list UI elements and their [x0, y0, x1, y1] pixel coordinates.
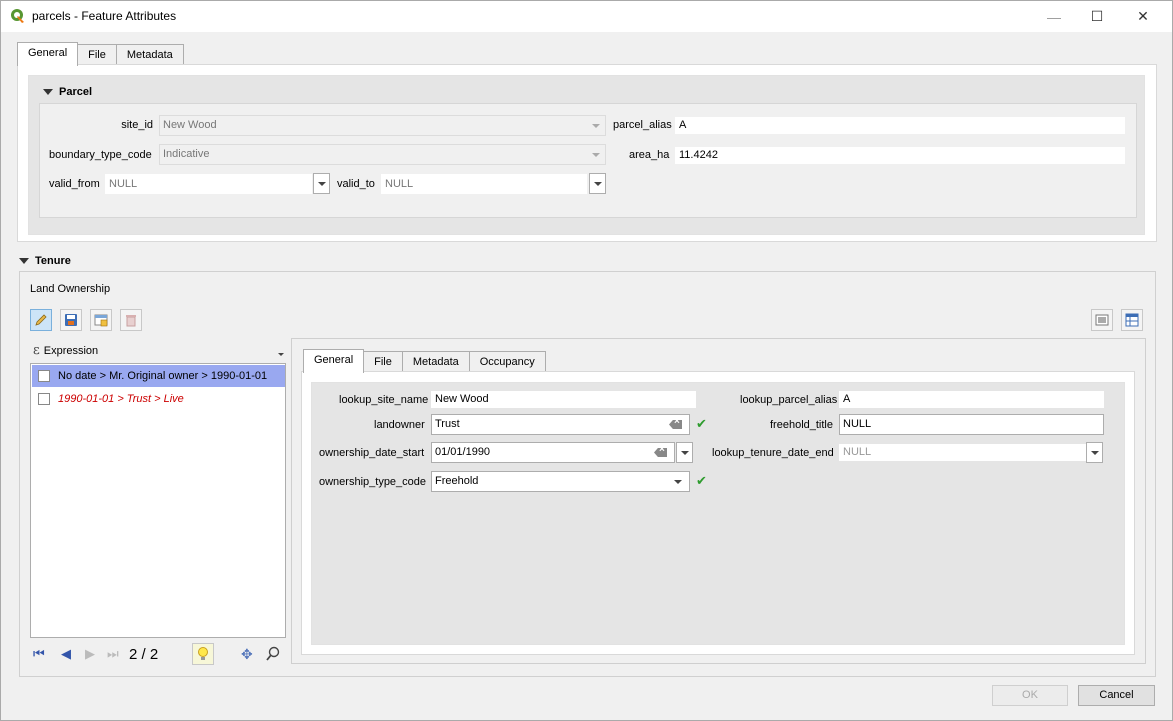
delete-feature-icon [126, 315, 136, 327]
valid-from-field[interactable]: NULL [105, 174, 312, 194]
lookup-parcel-alias-field[interactable]: A [839, 391, 1104, 408]
maximize-button[interactable]: ☐ [1074, 1, 1120, 32]
ownership-type-code-label: ownership_type_code [319, 476, 427, 488]
boundary-type-dropdown-icon [592, 153, 600, 157]
list-item-label: No date > Mr. Original owner > 1990-01-0… [58, 370, 268, 382]
highlight-icon [198, 647, 208, 660]
tenure-group-title: Tenure [35, 255, 71, 267]
list-item[interactable]: 1990-01-01 > Trust > Live [32, 388, 285, 410]
site-id-dropdown-icon [592, 124, 600, 128]
tab-metadata[interactable]: Metadata [115, 44, 184, 66]
list-item-checkbox[interactable] [38, 370, 50, 382]
lookup-tenure-date-end-calendar-button[interactable] [1086, 442, 1103, 463]
chevron-down-icon [594, 182, 602, 186]
parcel-group-title: Parcel [59, 86, 93, 98]
delete-child-feature-button[interactable] [120, 309, 142, 331]
toggle-editing-button[interactable] [30, 309, 52, 331]
check-icon: ✔ [696, 473, 707, 488]
freehold-title-label: freehold_title [770, 419, 833, 431]
valid-to-field[interactable]: NULL [381, 174, 587, 194]
boundary-type-code-field[interactable]: Indicative [159, 144, 606, 165]
inner-tab-general[interactable]: General [303, 349, 365, 373]
chevron-down-icon [1091, 451, 1099, 455]
area-ha-label: area_ha [629, 149, 670, 161]
next-icon[interactable]: ▶ [85, 646, 95, 662]
edit-pencil-icon [35, 314, 47, 326]
add-feature-icon [94, 314, 108, 327]
check-icon: ✔ [696, 416, 707, 431]
add-child-feature-button[interactable] [90, 309, 112, 331]
valid-from-calendar-button[interactable] [313, 173, 330, 194]
feature-attributes-window: parcels - Feature Attributes — ☐ ✕ Gener… [0, 0, 1173, 721]
pan-icon[interactable]: ✥ [241, 646, 253, 663]
valid-from-label: valid_from [49, 178, 100, 190]
highlight-feature-button[interactable] [192, 643, 214, 665]
site-id-field[interactable]: New Wood [159, 115, 606, 136]
chevron-down-icon [318, 182, 326, 186]
lookup-parcel-alias-label: lookup_parcel_alias [740, 394, 838, 406]
landowner-label: landowner [374, 419, 425, 431]
landowner-field[interactable]: Trust [431, 414, 690, 435]
expression-label: Expression [43, 344, 99, 357]
ownership-type-code-field[interactable]: Freehold [431, 471, 690, 492]
first-icon[interactable]: ⏮ [33, 646, 45, 662]
list-item[interactable]: No date > Mr. Original owner > 1990-01-0… [32, 365, 285, 387]
ownership-date-start-field[interactable]: 01/01/1990 [431, 442, 675, 463]
inner-tab-bar: General File Metadata Occupancy [303, 349, 546, 373]
freehold-title-field[interactable]: NULL [839, 414, 1104, 435]
parcel-alias-label: parcel_alias [613, 119, 672, 131]
ownership-date-start-label: ownership_date_start [319, 447, 425, 459]
chevron-down-icon [674, 480, 682, 484]
tab-general[interactable]: General [17, 42, 79, 66]
lookup-tenure-date-end-label: lookup_tenure_date_end [712, 447, 834, 459]
collapse-triangle-icon [43, 89, 53, 95]
expression-header[interactable]: ε Expression [33, 343, 98, 358]
list-item-label: 1990-01-01 > Trust > Live [58, 393, 184, 405]
inner-tab-metadata[interactable]: Metadata [401, 351, 470, 373]
lookup-site-name-label: lookup_site_name [339, 394, 429, 406]
tenure-group-toggle[interactable]: Tenure [19, 255, 71, 267]
save-icon [65, 314, 77, 326]
title-bar: parcels - Feature Attributes — ☐ ✕ [1, 1, 1172, 32]
zoom-icon[interactable] [265, 646, 281, 662]
top-tab-bar: General File Metadata [17, 42, 184, 66]
tab-file[interactable]: File [77, 44, 117, 66]
lookup-tenure-date-end-field[interactable]: NULL [839, 444, 1086, 461]
list-item-checkbox[interactable] [38, 393, 50, 405]
chevron-down-icon [681, 451, 689, 455]
qgis-logo-icon [11, 9, 24, 23]
expression-dropdown-icon[interactable] [278, 353, 284, 356]
save-edits-button[interactable] [60, 309, 82, 331]
collapse-triangle-icon [19, 258, 29, 264]
valid-to-label: valid_to [337, 178, 375, 190]
valid-to-calendar-button[interactable] [589, 173, 606, 194]
ok-button[interactable]: OK [992, 685, 1068, 706]
record-counter: 2 / 2 [129, 646, 159, 663]
feature-list: No date > Mr. Original owner > 1990-01-0… [30, 363, 286, 638]
last-icon[interactable]: ⏭ [107, 646, 119, 662]
land-ownership-label: Land Ownership [30, 283, 111, 295]
minimize-button[interactable]: — [1031, 1, 1077, 32]
form-view-icon [1095, 314, 1109, 326]
site-id-label: site_id [121, 119, 153, 131]
ownership-date-calendar-button[interactable] [676, 442, 693, 463]
close-button[interactable]: ✕ [1120, 1, 1166, 32]
area-ha-field[interactable]: 11.4242 [675, 147, 1125, 164]
expression-icon: ε [33, 343, 40, 358]
inner-tab-occupancy[interactable]: Occupancy [468, 351, 546, 373]
parcel-group-toggle[interactable]: Parcel [43, 86, 92, 98]
prev-icon[interactable]: ◀ [61, 646, 71, 662]
table-view-icon [1125, 313, 1139, 327]
window-title: parcels - Feature Attributes [32, 9, 177, 23]
boundary-type-code-label: boundary_type_code [49, 149, 152, 161]
inner-tab-file[interactable]: File [363, 351, 403, 373]
cancel-button[interactable]: Cancel [1078, 685, 1155, 706]
lookup-site-name-field[interactable]: New Wood [431, 391, 696, 408]
form-view-button[interactable] [1091, 309, 1113, 331]
parcel-alias-field[interactable]: A [675, 117, 1125, 134]
table-view-button[interactable] [1121, 309, 1143, 331]
